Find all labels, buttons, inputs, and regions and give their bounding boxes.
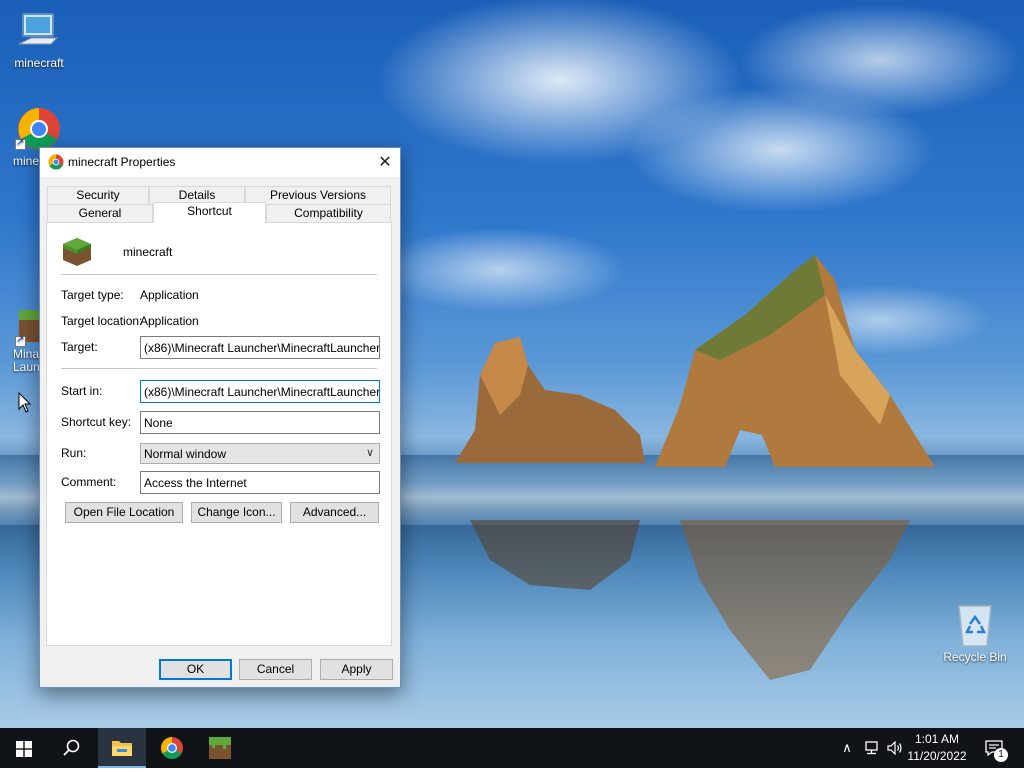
button-label: Change Icon... xyxy=(197,505,276,519)
comment-label: Comment: xyxy=(61,475,117,489)
open-file-location-button[interactable]: Open File Location xyxy=(65,502,183,523)
target-input[interactable]: (x86)\Minecraft Launcher\MinecraftLaunch… xyxy=(140,336,380,359)
button-label: Open File Location xyxy=(73,505,175,519)
button-label: OK xyxy=(186,662,205,676)
notification-center-button[interactable]: 1 xyxy=(980,728,1008,768)
network-icon xyxy=(865,741,878,755)
desktop-icon-label: Recycle Bin xyxy=(943,650,1007,664)
cancel-button[interactable]: Cancel xyxy=(239,659,312,680)
taskbar-file-explorer[interactable] xyxy=(98,728,146,768)
taskbar-minecraft[interactable] xyxy=(196,728,244,768)
tab-general[interactable]: General xyxy=(47,204,153,222)
show-hidden-icons-button[interactable]: ∧ xyxy=(838,728,856,768)
tab-label: General xyxy=(78,206,122,220)
recycle-bin-icon xyxy=(958,605,992,647)
rock-small xyxy=(455,337,645,463)
tab-label: Security xyxy=(76,188,120,202)
folder-icon xyxy=(112,741,132,756)
chevron-down-icon: ∨ xyxy=(365,447,374,459)
search-button[interactable] xyxy=(48,728,96,768)
shortcut-key-label: Shortcut key: xyxy=(61,415,132,429)
target-input-value: (x86)\Minecraft Launcher\MinecraftLaunch… xyxy=(144,341,380,355)
shortcut-tab-page xyxy=(46,222,392,646)
start-button[interactable] xyxy=(0,728,48,768)
network-tray-icon[interactable] xyxy=(860,728,882,768)
tab-security[interactable]: Security xyxy=(47,186,149,204)
comment-input-value: Access the Internet xyxy=(144,476,247,490)
rock-large xyxy=(655,255,935,467)
clock[interactable]: 1:01 AM 11/20/2022 xyxy=(902,731,972,765)
properties-dialog: minecraft Properties ✕ Security Details … xyxy=(39,147,401,688)
windows-logo-icon xyxy=(16,741,32,757)
start-in-label: Start in: xyxy=(61,384,103,398)
taskbar: ∧ 1:01 AM 11/20/2022 1 xyxy=(0,728,1024,768)
desktop-icon-label: Mina Laun xyxy=(13,347,40,374)
tab-label: Shortcut xyxy=(187,204,232,218)
comment-input[interactable]: Access the Internet xyxy=(140,471,380,494)
change-icon-button[interactable]: Change Icon... xyxy=(191,502,282,523)
apply-button[interactable]: Apply xyxy=(320,659,393,680)
tab-compatibility[interactable]: Compatibility xyxy=(266,204,391,222)
mouse-pointer-icon xyxy=(18,392,32,413)
computer-icon xyxy=(18,13,59,45)
tab-label: Compatibility xyxy=(294,206,363,220)
chrome-icon xyxy=(161,737,183,759)
tab-label: Details xyxy=(178,188,216,202)
grass-block-icon xyxy=(209,737,231,759)
target-type-label: Target type: xyxy=(61,288,124,302)
shortcut-key-input[interactable]: None xyxy=(140,411,380,434)
tab-shortcut[interactable]: Shortcut xyxy=(153,202,266,223)
button-label: Apply xyxy=(341,662,372,676)
chrome-icon xyxy=(48,154,64,170)
desktop-icon-recycle-bin[interactable]: Recycle Bin xyxy=(937,602,1013,664)
taskbar-chrome[interactable] xyxy=(148,728,196,768)
clock-time: 1:01 AM xyxy=(914,732,960,746)
target-location-label: Target location: xyxy=(61,314,143,328)
title-bar[interactable]: minecraft Properties ✕ xyxy=(40,148,400,177)
close-icon: ✕ xyxy=(378,154,392,171)
desktop-icon-label: minecraft xyxy=(14,56,64,70)
rock-reflection xyxy=(470,520,910,680)
shortcut-key-value: None xyxy=(144,416,173,430)
run-label: Run: xyxy=(61,446,87,460)
button-label: Advanced... xyxy=(302,505,367,519)
chevron-up-icon: ∧ xyxy=(842,740,852,755)
target-type-value: Application xyxy=(140,288,199,302)
target-label: Target: xyxy=(61,340,98,354)
close-button[interactable]: ✕ xyxy=(370,148,400,177)
search-icon xyxy=(63,739,80,756)
grass-block-icon xyxy=(63,238,91,266)
clock-date: 11/20/2022 xyxy=(907,749,967,763)
divider xyxy=(61,368,377,369)
run-select[interactable]: Normal window ∨ xyxy=(140,443,380,464)
shortcut-arrow-icon xyxy=(15,137,26,150)
start-in-input[interactable]: (x86)\Minecraft Launcher\MinecraftLaunch… xyxy=(140,380,380,403)
ok-button[interactable]: OK xyxy=(159,659,232,680)
shortcut-arrow-icon xyxy=(15,334,26,347)
shortcut-name: minecraft xyxy=(123,245,173,259)
start-in-input-value: (x86)\Minecraft Launcher\MinecraftLaunch… xyxy=(144,385,380,399)
notification-badge: 1 xyxy=(994,748,1008,762)
divider xyxy=(61,274,377,275)
tab-previous-versions[interactable]: Previous Versions xyxy=(245,186,391,204)
target-location-value: Application xyxy=(140,314,199,328)
button-label: Cancel xyxy=(256,662,295,676)
run-select-value: Normal window xyxy=(144,447,227,461)
dialog-title: minecraft Properties xyxy=(68,155,176,169)
desktop-icon-minecraft[interactable]: minecraft xyxy=(1,10,77,70)
advanced-button[interactable]: Advanced... xyxy=(290,502,379,523)
speaker-icon xyxy=(887,740,902,756)
tab-label: Previous Versions xyxy=(269,188,367,202)
